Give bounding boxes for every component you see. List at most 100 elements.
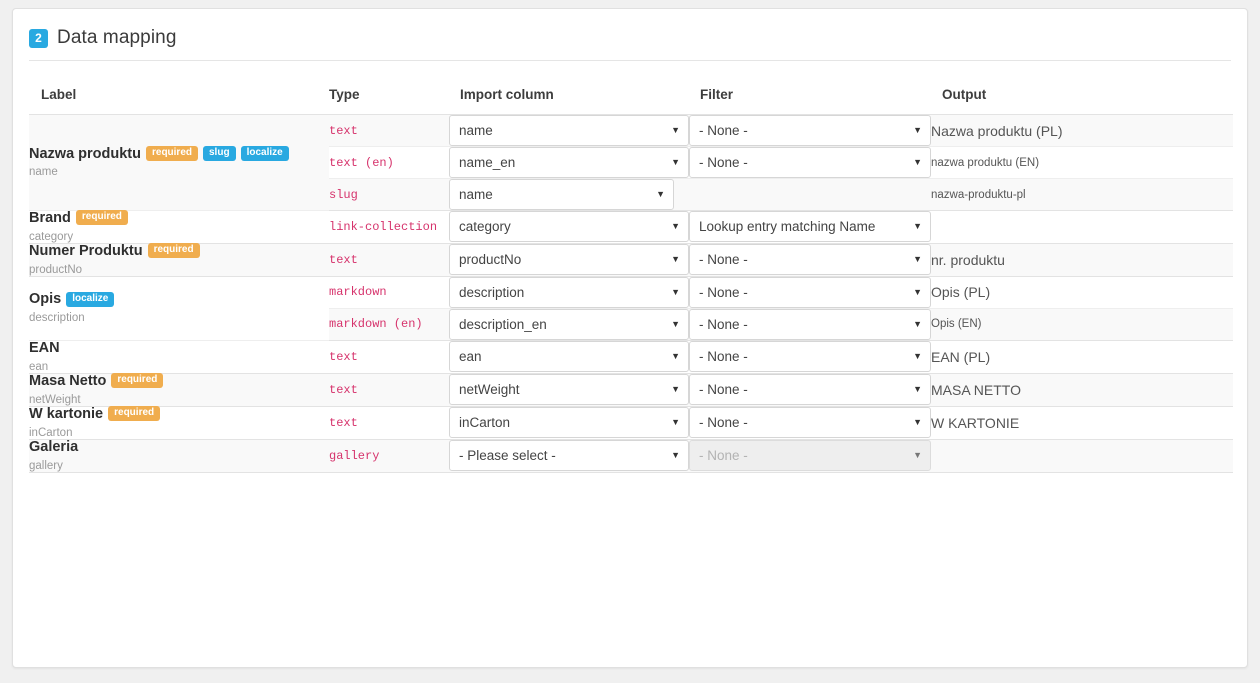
import-column-cell: category ▼ — [449, 210, 689, 244]
filter-select[interactable]: - None - ▼ — [689, 407, 931, 439]
import-column-select[interactable]: netWeight ▼ — [449, 374, 689, 406]
import-column-select[interactable]: ean ▼ — [449, 341, 689, 373]
field-label-cell: Opis localize description — [29, 276, 329, 341]
import-column-value: inCarton — [459, 415, 511, 431]
table-header: Label Type Import column Filter Output — [29, 61, 1233, 115]
field-tag-required: required — [108, 406, 161, 422]
field-label-cell: Numer Produktu required productNo — [29, 243, 329, 277]
chevron-down-icon: ▼ — [913, 221, 922, 232]
filter-select[interactable]: - None - ▼ — [689, 147, 931, 178]
chevron-down-icon: ▼ — [671, 417, 680, 428]
import-column-value: ean — [459, 349, 482, 365]
field-type: text — [329, 373, 449, 407]
field-label: Nazwa produktu — [29, 145, 141, 162]
field-machine-name: name — [29, 166, 58, 179]
import-column-select[interactable]: name_en ▼ — [449, 147, 689, 178]
filter-cell: - None - ▼ — [689, 114, 931, 147]
filter-select[interactable]: - None - ▼ — [689, 341, 931, 373]
chevron-down-icon: ▼ — [913, 318, 922, 329]
filter-cell: - None - ▼ — [689, 340, 931, 374]
field-machine-name: netWeight — [29, 393, 81, 406]
import-column-select[interactable]: category ▼ — [449, 211, 689, 243]
output-value: nazwa produktu (EN) — [931, 146, 1233, 179]
import-column-value: name_en — [459, 155, 516, 170]
chevron-down-icon: ▼ — [671, 221, 680, 232]
step-number-badge: 2 — [29, 28, 48, 48]
filter-select[interactable]: - None - ▼ — [689, 244, 931, 276]
column-header-filter: Filter — [689, 61, 931, 115]
mapping-row: Brand required category link-collection cate… — [29, 210, 1233, 244]
chevron-down-icon: ▼ — [913, 286, 922, 297]
filter-value: - None - — [699, 349, 748, 365]
field-tag-slug: slug — [203, 146, 236, 161]
field-type: slug — [329, 178, 449, 211]
output-value: Opis (EN) — [931, 308, 1233, 341]
field-type: link-collection — [329, 210, 449, 244]
import-column-value: - Please select - — [459, 448, 556, 464]
import-column-select[interactable]: inCarton ▼ — [449, 407, 689, 439]
field-tag-localize: localize — [240, 146, 289, 161]
import-column-select[interactable]: name ▼ — [449, 115, 689, 146]
field-label: Brand — [29, 210, 71, 226]
field-tag-required: required — [75, 210, 128, 226]
filter-select[interactable]: Lookup entry matching Name ▼ — [689, 211, 931, 243]
field-machine-name: inCarton — [29, 426, 73, 439]
field-label: EAN — [29, 339, 60, 356]
chevron-down-icon: ▼ — [913, 450, 922, 461]
import-column-cell: - Please select - ▼ — [449, 439, 689, 473]
mapping-row: Galeria gallery gallery - Please select - ▼ -… — [29, 439, 1233, 473]
filter-select[interactable]: - None - ▼ — [689, 115, 931, 146]
field-label-cell: Masa Netto required netWeight — [29, 372, 329, 407]
import-column-select[interactable]: description_en ▼ — [449, 308, 689, 340]
filter-cell: - None - ▼ — [689, 308, 931, 341]
filter-select[interactable]: - None - ▼ — [689, 276, 931, 308]
import-column-cell: inCarton ▼ — [449, 406, 689, 440]
import-column-select[interactable]: description ▼ — [449, 276, 689, 308]
column-header-label: Label — [29, 61, 329, 115]
field-type: text (en) — [329, 146, 449, 179]
field-label-title-row: EAN — [29, 339, 329, 357]
chevron-down-icon: ▼ — [913, 125, 922, 135]
filter-cell — [689, 178, 931, 211]
import-column-select[interactable]: productNo ▼ — [449, 244, 689, 276]
field-label-cell: W kartonie required inCarton — [29, 406, 329, 440]
chevron-down-icon: ▼ — [671, 318, 680, 329]
import-column-select[interactable]: - Please select - ▼ — [449, 440, 689, 472]
filter-value: - None - — [699, 252, 748, 268]
filter-cell: - None - ▼ — [689, 243, 931, 277]
field-label: Masa Netto — [29, 372, 107, 389]
filter-cell: Lookup entry matching Name ▼ — [689, 210, 931, 244]
chevron-down-icon: ▼ — [656, 189, 665, 199]
field-type: text — [329, 406, 449, 440]
filter-select[interactable]: - None - ▼ — [689, 374, 931, 406]
import-column-select[interactable]: name ▼ — [449, 179, 674, 210]
filter-value: - None - — [699, 155, 748, 170]
data-mapping-table: Label Type Import column Filter Output N… — [29, 61, 1233, 473]
filter-value: - None - — [699, 316, 748, 332]
field-machine-name: category — [29, 230, 74, 243]
chevron-down-icon: ▼ — [671, 450, 680, 461]
field-label-title-row: Brand required — [29, 210, 329, 227]
mapping-row: W kartonie required inCarton text inCarton ▼ -… — [29, 406, 1233, 440]
import-column-cell: name_en ▼ — [449, 146, 689, 179]
chevron-down-icon: ▼ — [913, 384, 922, 395]
field-machine-name: productNo — [29, 263, 83, 276]
output-value: nr. produktu — [931, 243, 1233, 277]
import-column-cell: name ▼ — [449, 114, 689, 147]
import-column-cell: name ▼ — [449, 178, 689, 211]
field-tag-required: required — [111, 373, 164, 389]
column-header-type: Type — [329, 61, 449, 115]
table-header-row: Label Type Import column Filter Output — [29, 61, 1233, 115]
output-value: W KARTONIE — [931, 406, 1233, 440]
import-column-cell: productNo ▼ — [449, 243, 689, 277]
import-column-value: netWeight — [459, 382, 520, 398]
filter-select[interactable]: - None - ▼ — [689, 308, 931, 340]
field-type: text — [329, 340, 449, 374]
output-value: nazwa-produktu-pl — [931, 178, 1233, 211]
import-column-value: productNo — [459, 252, 522, 268]
field-type: markdown — [329, 276, 449, 309]
field-tag-required: required — [145, 146, 198, 161]
filter-value: - None - — [699, 284, 748, 300]
import-column-value: description_en — [459, 316, 547, 332]
filter-cell: - None - ▼ — [689, 373, 931, 407]
